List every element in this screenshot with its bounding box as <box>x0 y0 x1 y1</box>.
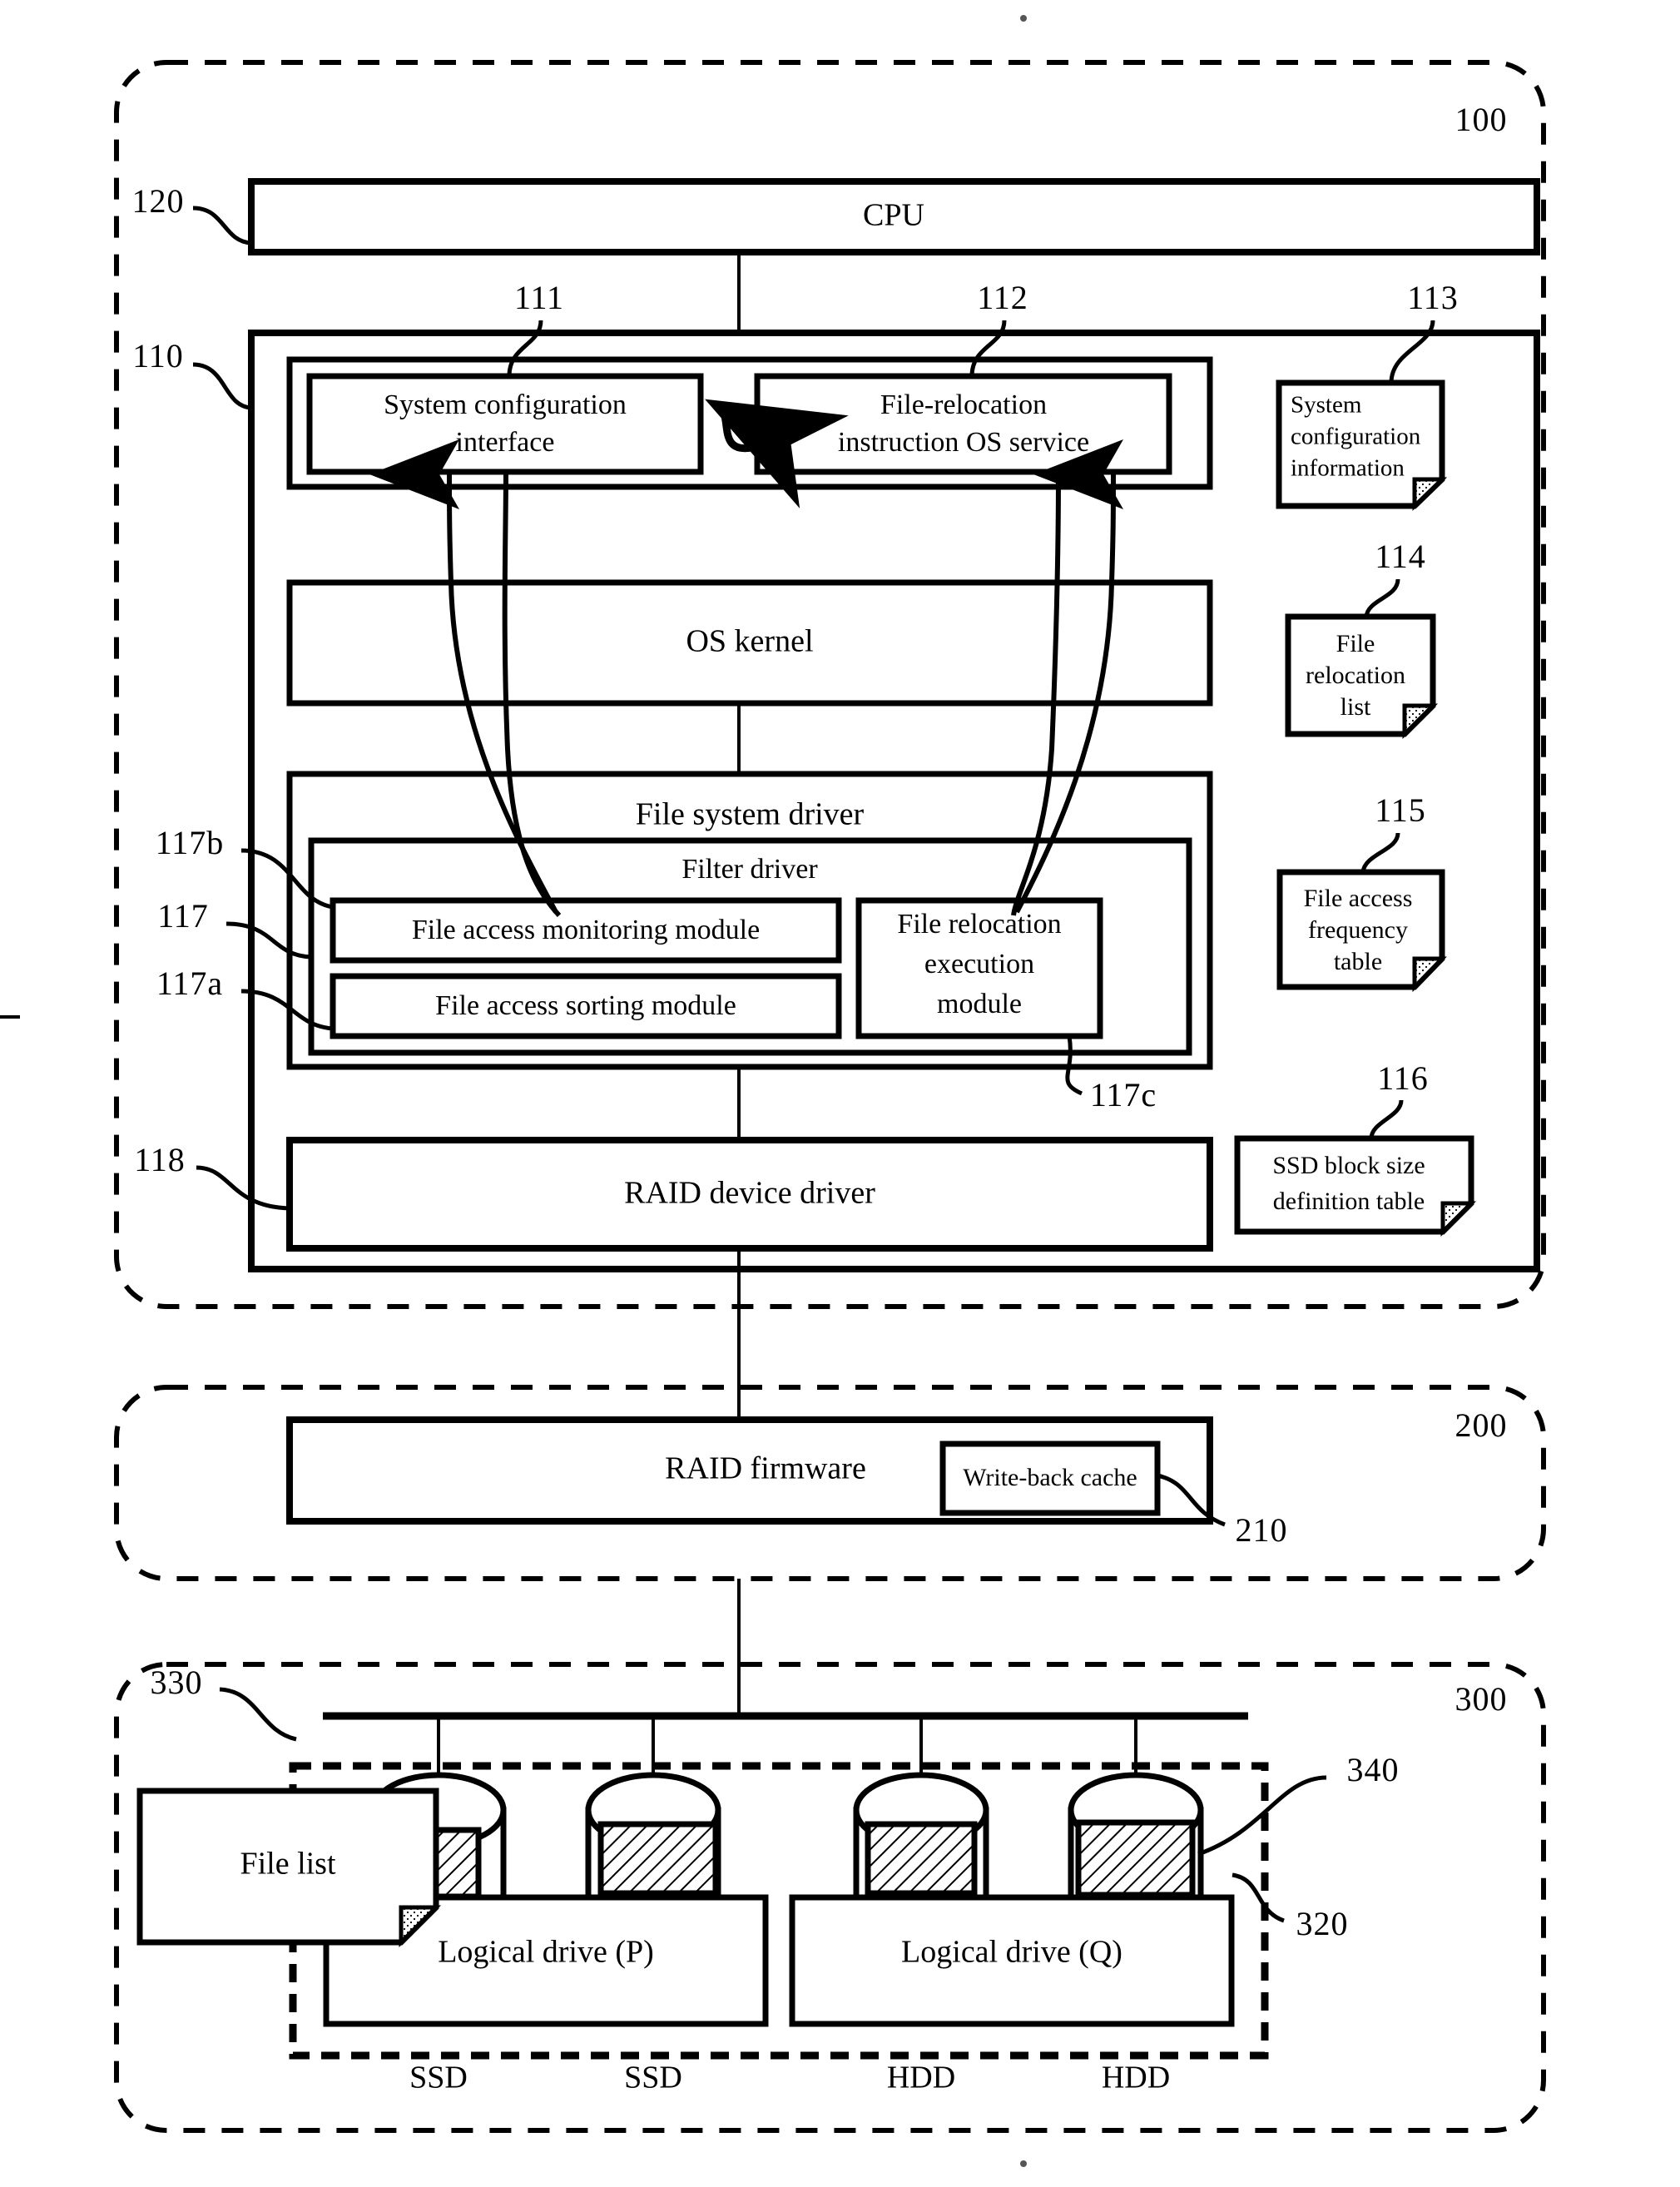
file-relocation-execution-module-label-1: File relocation <box>897 909 1061 940</box>
patent-figure: 100 CPU 120 110 System configuration int… <box>0 0 1680 2187</box>
ref-116: 116 <box>1377 1059 1429 1097</box>
leader-120 <box>192 206 252 245</box>
document-115-line-1: File access <box>1304 885 1413 912</box>
ref-117: 117 <box>157 897 209 935</box>
document-114-line-1: File <box>1336 630 1375 657</box>
file-list-label: File list <box>240 1847 336 1882</box>
scan-artifact-dot-top <box>1020 15 1027 22</box>
document-116-line-2: definition table <box>1273 1188 1425 1215</box>
system-configuration-interface-label-1: System configuration <box>384 389 627 420</box>
file-relocation-os-service-label-1: File-relocation <box>880 389 1047 420</box>
drive-label-ssd-2: SSD <box>624 2061 682 2095</box>
drive-label-hdd-2: HDD <box>1102 2061 1170 2095</box>
file-access-monitoring-module-label: File access monitoring module <box>412 915 760 945</box>
logical-drive-p-label: Logical drive (P) <box>438 1935 654 1970</box>
drive-label-ssd-1: SSD <box>409 2061 468 2095</box>
document-115-line-2: frequency <box>1308 916 1408 944</box>
document-114-line-3: list <box>1341 693 1371 721</box>
document-file-access-frequency-table: File access frequency table <box>1276 869 1447 993</box>
ref-100: 100 <box>1455 101 1508 138</box>
filter-driver-label: Filter driver <box>681 854 818 885</box>
document-file-list: File list <box>136 1788 442 1948</box>
document-114-line-2: relocation <box>1306 662 1405 689</box>
raid-firmware-label: RAID firmware <box>665 1451 866 1486</box>
drive-label-hdd-1: HDD <box>887 2061 955 2095</box>
os-kernel-label: OS kernel <box>686 624 813 659</box>
ref-117b: 117b <box>156 824 225 861</box>
leader-320 <box>1232 1872 1285 1923</box>
diagram-canvas: 100 CPU 120 110 System configuration int… <box>0 15 1546 2167</box>
file-relocation-execution-module-label-2: execution <box>924 949 1034 979</box>
document-113-line-3: information <box>1291 455 1405 482</box>
ref-112: 112 <box>977 279 1028 316</box>
file-system-driver-label: File system driver <box>636 797 865 832</box>
ref-110: 110 <box>132 337 184 374</box>
ref-117a: 117a <box>156 965 223 1002</box>
ref-117c: 117c <box>1090 1076 1157 1113</box>
document-file-relocation-list: File relocation list <box>1285 613 1439 740</box>
ref-120: 120 <box>132 182 185 220</box>
leader-110 <box>192 362 252 410</box>
ref-340: 340 <box>1347 1751 1400 1788</box>
data-block-3 <box>865 1821 978 1897</box>
document-system-configuration-information: System configuration information <box>1276 379 1448 511</box>
ref-118: 118 <box>134 1141 186 1178</box>
document-113-line-2: configuration <box>1291 424 1421 450</box>
ref-330: 330 <box>151 1664 203 1701</box>
leader-330 <box>219 1687 297 1742</box>
ref-210: 210 <box>1236 1511 1288 1549</box>
data-block-2 <box>597 1821 719 1897</box>
cpu-label: CPU <box>863 198 924 233</box>
system-configuration-interface-label-2: interface <box>456 427 555 458</box>
file-relocation-os-service-label-2: instruction OS service <box>838 427 1089 458</box>
data-block-4 <box>1075 1819 1196 1898</box>
ref-113: 113 <box>1407 279 1459 316</box>
document-ssd-block-size-definition-table: SSD block size definition table <box>1234 1135 1477 1237</box>
ref-320: 320 <box>1296 1905 1349 1942</box>
file-relocation-execution-module-label-3: module <box>937 989 1022 1019</box>
write-back-cache-label: Write-back cache <box>963 1464 1137 1491</box>
logical-drive-q-label: Logical drive (Q) <box>901 1935 1122 1970</box>
ref-200: 200 <box>1455 1406 1508 1444</box>
raid-device-driver-label: RAID device driver <box>624 1176 875 1211</box>
document-113-line-1: System <box>1291 392 1362 419</box>
ref-115: 115 <box>1375 791 1426 829</box>
document-115-line-3: table <box>1334 948 1382 975</box>
document-116-line-1: SSD block size <box>1272 1152 1425 1179</box>
scan-artifact-dot-bottom <box>1020 2160 1027 2167</box>
ref-300: 300 <box>1455 1680 1508 1718</box>
ref-111: 111 <box>514 279 564 316</box>
file-access-sorting-module-label: File access sorting module <box>435 990 736 1021</box>
ref-114: 114 <box>1375 538 1426 575</box>
